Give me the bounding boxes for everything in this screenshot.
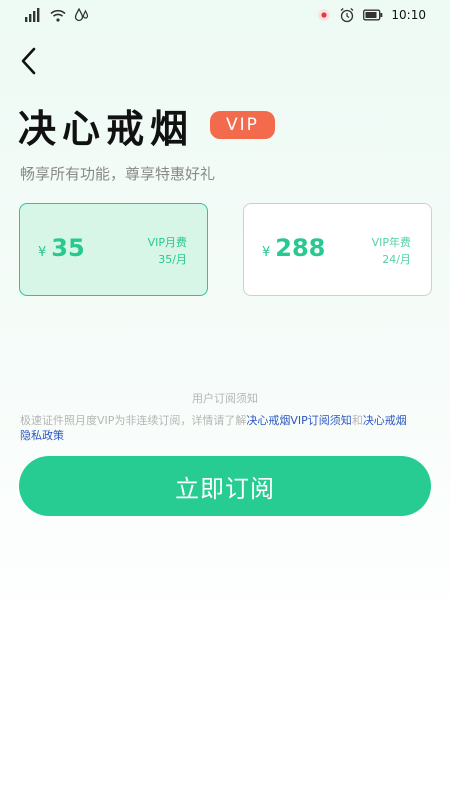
page-subtitle: 畅享所有功能，尊享特惠好礼 bbox=[20, 165, 216, 183]
alarm-icon bbox=[339, 7, 355, 23]
plan-info: VIP月费 35/月 bbox=[148, 234, 187, 268]
record-icon bbox=[317, 8, 331, 22]
plan-name: VIP月费 bbox=[147, 236, 187, 249]
notice-conj: 和 bbox=[351, 414, 363, 427]
price-value: 35 bbox=[51, 234, 85, 262]
wifi-icon bbox=[50, 9, 66, 22]
plan-per-month: 35/月 bbox=[158, 253, 187, 266]
signal-icon bbox=[24, 8, 42, 22]
plan-card-yearly[interactable]: ¥ 288 VIP年费 24/月 bbox=[243, 203, 432, 296]
notice-text: 极速证件照月度VIP为非连续订阅，详情请了解决心戒烟VIP订阅须知和决心戒烟隐私… bbox=[20, 413, 410, 443]
currency-symbol: ¥ bbox=[38, 245, 47, 260]
title-row: 决心戒烟 VIP bbox=[18, 100, 275, 151]
vip-badge: VIP bbox=[210, 111, 275, 139]
water-drop-icon bbox=[74, 8, 90, 22]
back-button[interactable] bbox=[14, 44, 44, 78]
notice-title: 用户订阅须知 bbox=[192, 392, 258, 405]
page-title: 决心戒烟 bbox=[18, 106, 195, 151]
subscription-terms-link[interactable]: 决心戒烟VIP订阅须知 bbox=[246, 414, 351, 427]
notice-prefix: 极速证件照月度VIP为非连续订阅，详情请了解 bbox=[20, 414, 247, 427]
status-time: 10:10 bbox=[391, 8, 426, 22]
battery-icon bbox=[363, 9, 383, 21]
currency-symbol: ¥ bbox=[262, 245, 271, 260]
plan-info: VIP年费 24/月 bbox=[372, 234, 411, 268]
chevron-left-icon bbox=[21, 47, 36, 75]
plan-per-month: 24/月 bbox=[382, 253, 411, 266]
plan-price: ¥ 288 bbox=[262, 234, 325, 262]
subscribe-button[interactable]: 立即订阅 bbox=[19, 456, 431, 516]
plan-card-monthly[interactable]: ¥ 35 VIP月费 35/月 bbox=[19, 203, 208, 296]
plan-name: VIP年费 bbox=[371, 236, 411, 249]
plan-price: ¥ 35 bbox=[38, 234, 85, 262]
vip-subscription-page: 10:10 决心戒烟 VIP 畅享所有功能，尊享特惠好礼 ¥ 35 VIP月费 … bbox=[0, 0, 450, 800]
price-value: 288 bbox=[275, 234, 326, 262]
status-bar: 10:10 bbox=[0, 0, 450, 30]
